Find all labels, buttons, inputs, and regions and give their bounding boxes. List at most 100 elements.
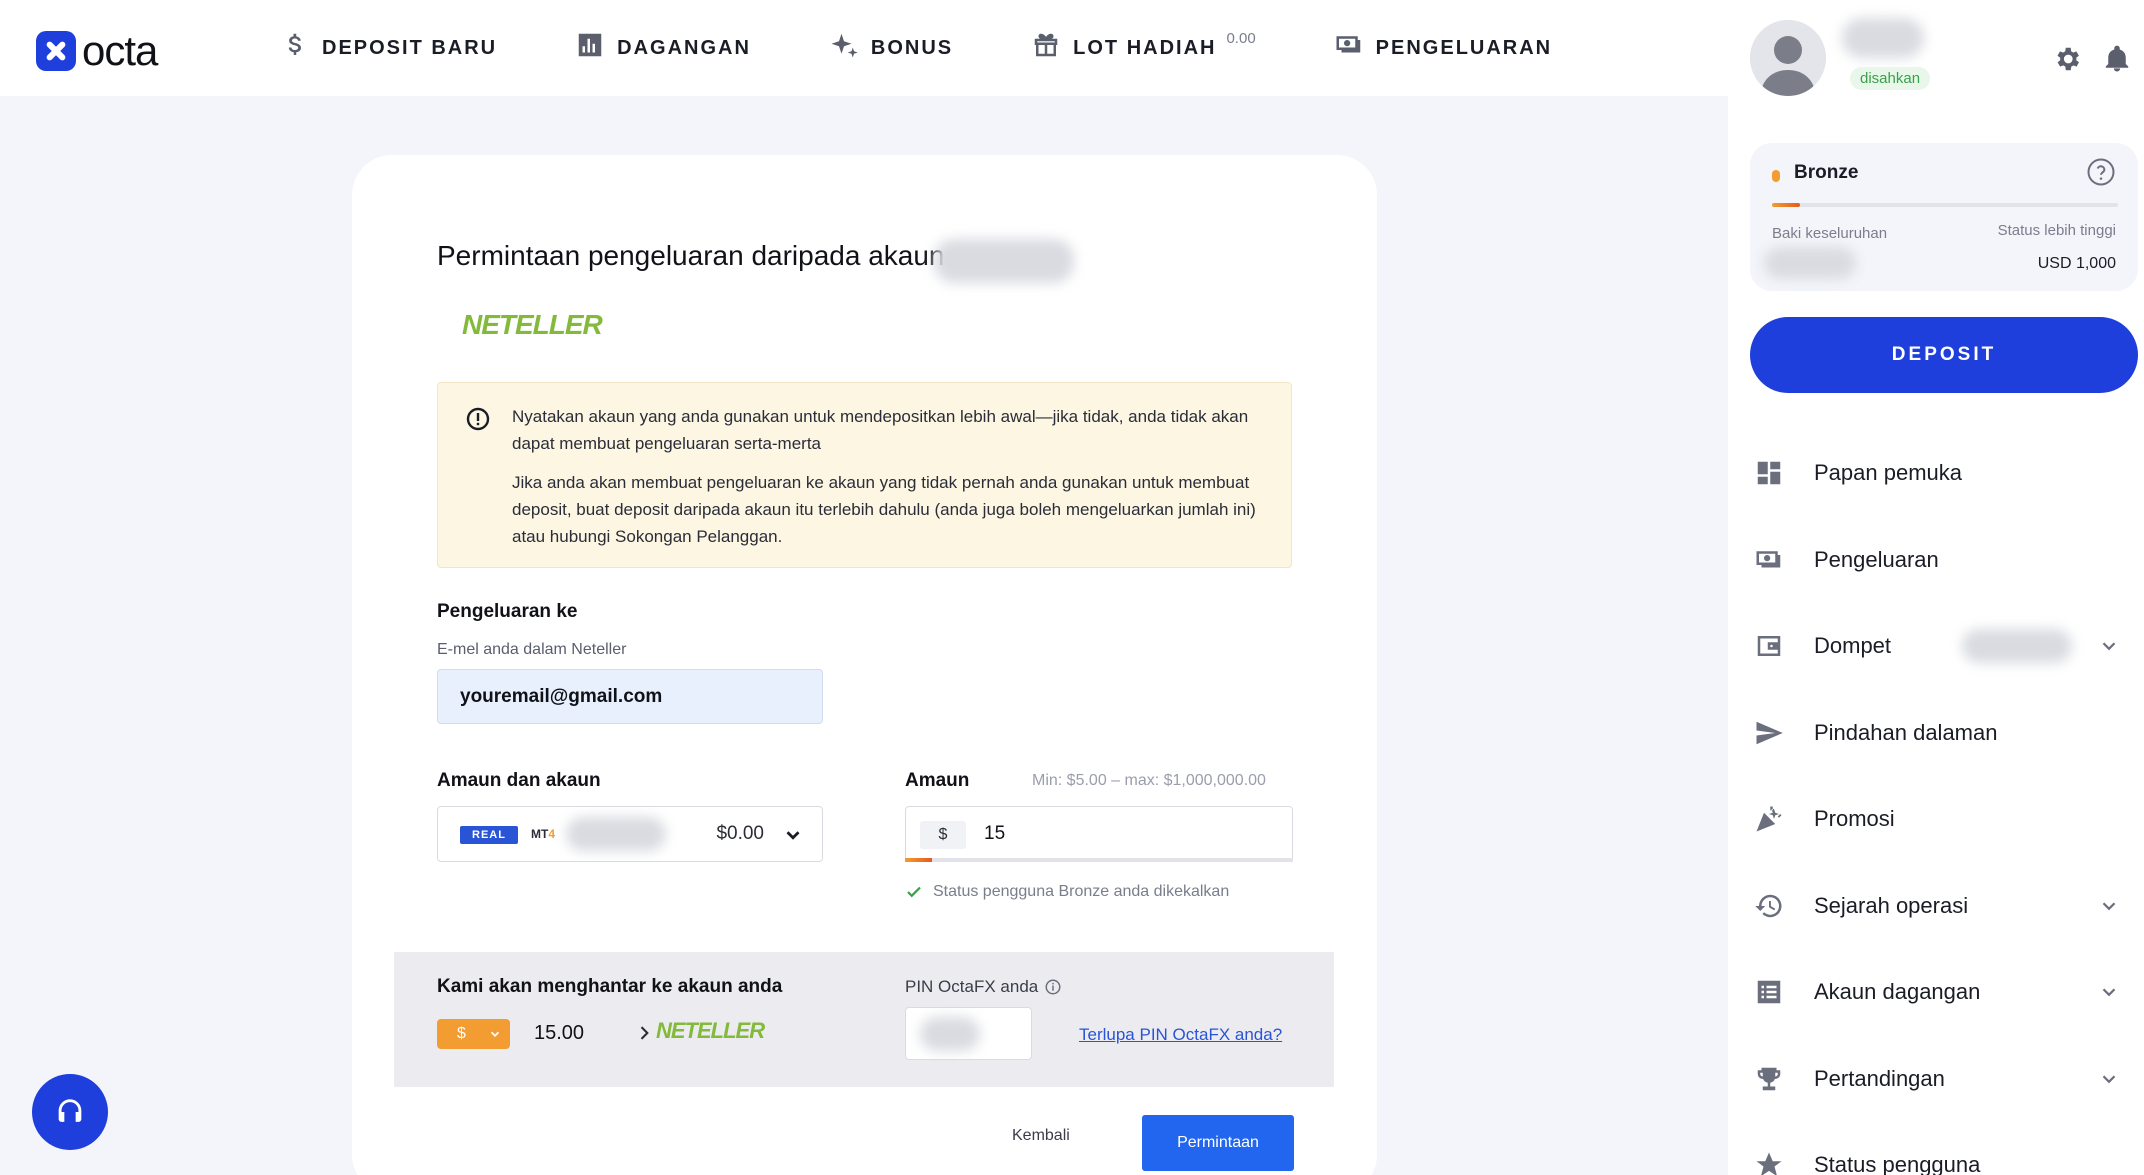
amount-limits: Min: $5.00 – max: $1,000,000.00 <box>1032 772 1266 789</box>
nav-dagangan[interactable]: DAGANGAN <box>575 30 751 66</box>
warning-text-2: Jika anda akan membuat pengeluaran ke ak… <box>512 473 1256 546</box>
submit-request-button[interactable]: Permintaan <box>1142 1115 1294 1171</box>
summary-panel: Kami akan menghantar ke akaun anda $ 15.… <box>394 952 1334 1087</box>
nav-label: LOT HADIAH <box>1073 36 1217 59</box>
username-redacted <box>1842 18 1924 58</box>
amount-account-label: Amaun dan akaun <box>437 770 601 791</box>
nav-label: PENGELUARAN <box>1375 36 1553 59</box>
account-balance: $0.00 <box>716 823 764 844</box>
withdraw-to-label: Pengeluaran ke <box>437 601 578 622</box>
higher-status-label: Status lebih tinggi <box>1997 222 2116 239</box>
octa-logo-icon <box>36 31 76 71</box>
right-panel: disahkan Bronze Baki keseluruhan Status … <box>1728 0 2144 1175</box>
gift-icon <box>1031 30 1061 66</box>
check-icon <box>907 886 921 898</box>
chevron-down-icon <box>2098 895 2120 917</box>
star-icon <box>1754 1150 1784 1175</box>
nav-label: DEPOSIT BARU <box>322 36 498 59</box>
account-number-redacted <box>934 239 1074 283</box>
support-chat-button[interactable] <box>32 1074 108 1150</box>
chevron-down-icon <box>2098 981 2120 1003</box>
amount-status-progress <box>905 858 1293 862</box>
amount-progress-fill <box>905 858 933 862</box>
warning-text-1: Nyatakan akaun yang anda gunakan untuk m… <box>512 407 1249 453</box>
nav-deposit-baru[interactable]: DEPOSIT BARU <box>280 30 497 66</box>
trophy-icon <box>1754 1064 1784 1094</box>
summary-amount: 15.00 <box>534 1022 585 1044</box>
amount-input[interactable]: $ 15 <box>905 806 1293 862</box>
verified-badge: disahkan <box>1850 67 1931 90</box>
nav-label: BONUS <box>870 36 954 59</box>
back-button[interactable]: Kembali <box>1012 1127 1070 1145</box>
side-menu: Papan pemuka Pengeluaran Dompet Pindahan… <box>1750 430 2138 1175</box>
real-badge: REAL <box>460 826 518 844</box>
account-id-redacted <box>566 817 666 851</box>
nav-lot-hadiah[interactable]: LOT HADIAH 0.00 <box>1031 30 1256 66</box>
status-note: Status pengguna Bronze anda dikekalkan <box>905 883 1229 901</box>
higher-status-value: USD 1,000 <box>2037 255 2116 272</box>
nav-bonus[interactable]: BONUS <box>829 30 953 66</box>
info-icon <box>466 407 490 431</box>
withdrawal-form-card: Permintaan pengeluaran daripada akaun NE… <box>352 155 1377 1175</box>
chevron-down-icon <box>2098 635 2120 657</box>
gear-icon[interactable] <box>2052 44 2082 74</box>
octa-logo[interactable]: octa <box>36 27 158 74</box>
help-icon[interactable] <box>2086 157 2116 187</box>
status-progress-fill <box>1772 203 1800 207</box>
pin-field[interactable] <box>905 1007 1032 1060</box>
bell-icon[interactable] <box>2102 44 2132 74</box>
dashboard-icon <box>1754 458 1784 488</box>
email-label: E-mel anda dalam Neteller <box>437 641 627 658</box>
email-field[interactable] <box>437 669 823 724</box>
balance-redacted <box>1764 247 1856 279</box>
deposit-button[interactable]: DEPOSIT <box>1750 317 2138 393</box>
amount-value: 15 <box>984 823 1006 844</box>
list-icon <box>1754 977 1784 1007</box>
chart-icon <box>575 30 605 66</box>
chevron-down-icon <box>490 1031 500 1037</box>
total-balance-label: Baki keseluruhan <box>1772 225 1888 242</box>
status-title: Bronze <box>1794 162 1859 183</box>
withdraw-icon <box>1334 30 1364 66</box>
menu-item-akaun-dagangan[interactable]: Akaun dagangan <box>1750 949 2138 1036</box>
chevron-right-icon <box>634 1023 654 1043</box>
platform-label: MT4 <box>531 827 556 841</box>
headset-icon <box>58 1099 82 1122</box>
menu-item-promosi[interactable]: Promosi <box>1750 776 2138 863</box>
forgot-pin-link[interactable]: Terlupa PIN OctaFX anda? <box>1079 1025 1282 1045</box>
menu-item-status-pengguna[interactable]: Status pengguna <box>1750 1122 2138 1175</box>
menu-item-pertandingan[interactable]: Pertandingan <box>1750 1036 2138 1123</box>
brand-name: octa <box>82 27 158 74</box>
menu-item-pengeluaran[interactable]: Pengeluaran <box>1750 517 2138 604</box>
top-bar: octa DEPOSIT BARU DAGANGAN BONUS LOT HAD… <box>0 0 1728 96</box>
main-nav: DEPOSIT BARU DAGANGAN BONUS LOT HADIAH 0… <box>280 30 1630 66</box>
avatar[interactable] <box>1750 20 1826 96</box>
menu-item-dompet[interactable]: Dompet <box>1750 603 2138 690</box>
sparkle-icon <box>829 30 859 66</box>
send-icon <box>1754 718 1784 748</box>
chevron-down-icon <box>782 824 804 846</box>
history-icon <box>1754 891 1784 921</box>
neteller-logo: NETELLER <box>462 309 603 340</box>
menu-item-papan-pemuka[interactable]: Papan pemuka <box>1750 430 2138 517</box>
user-status-card: Bronze Baki keseluruhan Status lebih tin… <box>1750 143 2138 291</box>
summary-title: Kami akan menghantar ke akaun anda <box>437 976 783 997</box>
menu-item-sejarah-operasi[interactable]: Sejarah operasi <box>1750 863 2138 950</box>
info-circle-icon[interactable] <box>1044 978 1062 996</box>
party-icon <box>1754 804 1784 834</box>
bronze-medal-icon <box>1772 170 1780 182</box>
dollar-icon <box>280 30 310 66</box>
warning-box: Nyatakan akaun yang anda gunakan untuk m… <box>437 382 1292 568</box>
currency-select[interactable]: $ <box>437 1019 510 1049</box>
status-progress <box>1772 203 2118 207</box>
page-title: Permintaan pengeluaran daripada akaun <box>437 240 945 271</box>
user-icon <box>1750 20 1826 96</box>
nav-pengeluaran[interactable]: PENGELUARAN <box>1334 30 1552 66</box>
pin-label: PIN OctaFX anda <box>905 977 1062 997</box>
account-select[interactable]: REAL MT4 $0.00 <box>437 806 823 862</box>
amount-label: Amaun <box>905 770 970 791</box>
menu-item-pindahan-dalaman[interactable]: Pindahan dalaman <box>1750 690 2138 777</box>
pin-redacted <box>920 1017 980 1051</box>
lot-hadiah-count: 0.00 <box>1226 29 1256 47</box>
wallet-balance-redacted <box>1962 629 2072 663</box>
